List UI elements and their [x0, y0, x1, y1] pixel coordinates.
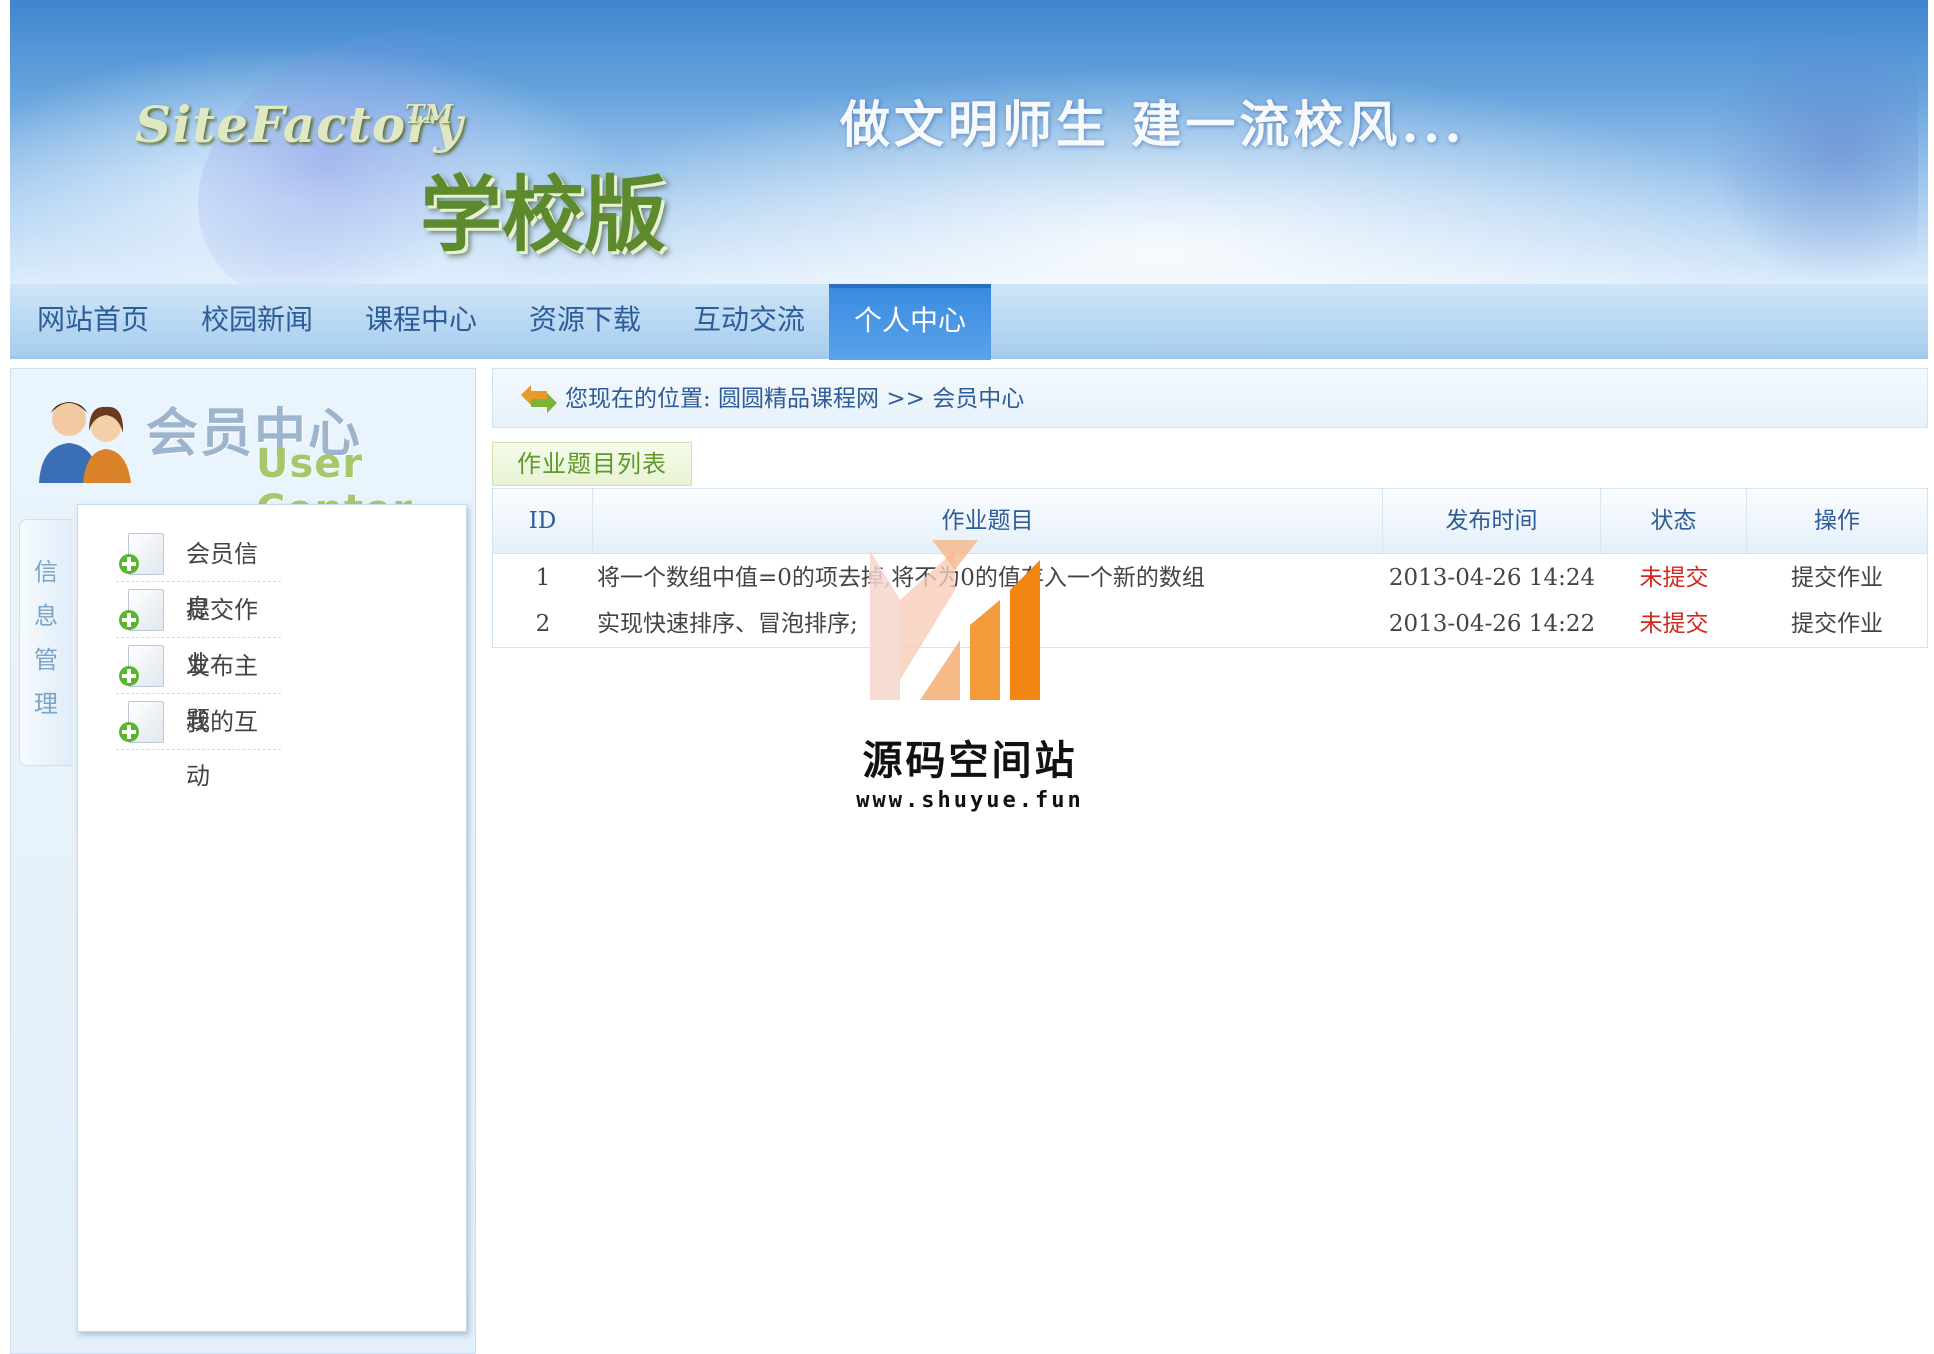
users-icon: [39, 402, 131, 483]
banner-flourish-decoration: [1658, 20, 1918, 280]
nav-resource-download[interactable]: 资源下载: [510, 284, 660, 356]
add-icon: [119, 666, 139, 686]
nav-home[interactable]: 网站首页: [18, 284, 168, 356]
cell-time: 2013-04-26 14:24: [1388, 565, 1596, 591]
breadcrumb-text[interactable]: 您现在的位置: 圆圆精品课程网 >> 会员中心: [565, 369, 1024, 429]
homework-table: ID 作业题目 发布时间 状态 操作 1 将一个数组中值=0的项去掉,将不为0的…: [492, 488, 1928, 648]
add-icon: [119, 610, 139, 630]
user-center-header: 会员中心 User Center: [11, 369, 477, 533]
info-management-tab[interactable]: 信 息 管 理: [19, 519, 72, 766]
nav-interaction[interactable]: 互动交流: [674, 284, 824, 356]
add-icon: [119, 722, 139, 742]
banner-slogan: 做文明师生 建一流校风...: [840, 95, 1466, 154]
column-header-id: ID: [493, 489, 593, 553]
breadcrumb: 您现在的位置: 圆圆精品课程网 >> 会员中心: [492, 368, 1928, 428]
menu-publish-topic[interactable]: 发布主题: [116, 639, 281, 734]
column-header-time: 发布时间: [1383, 489, 1601, 553]
table-row: 2 实现快速排序、冒泡排序; 2013-04-26 14:22 未提交 提交作业: [493, 601, 1927, 647]
menu-my-interaction[interactable]: 我的互动: [116, 695, 281, 790]
add-icon: [119, 554, 139, 574]
side-tab-char: 息: [34, 602, 58, 630]
homework-list-tab[interactable]: 作业题目列表: [492, 442, 692, 486]
menu-label: 我的互动: [186, 708, 258, 790]
column-header-status: 状态: [1601, 489, 1747, 553]
table-header: ID 作业题目 发布时间 状态 操作: [493, 489, 1927, 554]
column-header-action: 操作: [1814, 508, 1860, 534]
user-center-panel: 会员中心 User Center 信 息 管 理 会员信息 提交作业: [10, 368, 476, 1354]
site-banner: SiteFactory TM 学校版 做文明师生 建一流校风...: [10, 0, 1928, 284]
user-menu: 会员信息 提交作业 发布主题 我的互动: [77, 504, 467, 1332]
logo-school-edition: 学校版: [420, 167, 667, 263]
table-row: 1 将一个数组中值=0的项去掉,将不为0的值存入一个新的数组 2013-04-2…: [493, 555, 1927, 601]
cell-status: 未提交: [1639, 565, 1709, 591]
cell-id: 2: [535, 611, 551, 637]
side-tab-char: 理: [34, 690, 58, 718]
side-tab-char: 管: [34, 646, 58, 674]
swap-arrow-icon: [521, 385, 557, 413]
nav-campus-news[interactable]: 校园新闻: [182, 284, 332, 356]
watermark-logo: [870, 540, 1040, 700]
side-tab-char: 信: [34, 558, 58, 586]
cell-id: 1: [535, 565, 551, 591]
cell-status: 未提交: [1639, 611, 1709, 637]
submit-homework-link[interactable]: 提交作业: [1747, 601, 1927, 647]
submit-homework-link[interactable]: 提交作业: [1747, 555, 1927, 601]
watermark-url: www.shuyue.fun: [856, 788, 1084, 813]
main-nav: 网站首页 校园新闻 课程中心 资源下载 互动交流 个人中心: [10, 284, 1928, 360]
menu-submit-homework[interactable]: 提交作业: [116, 583, 281, 678]
logo-trademark: TM: [405, 100, 454, 130]
watermark-name: 源码空间站: [862, 738, 1078, 784]
nav-course-center[interactable]: 课程中心: [346, 284, 496, 356]
cell-time: 2013-04-26 14:22: [1388, 611, 1596, 637]
nav-personal-center[interactable]: 个人中心: [829, 284, 991, 360]
menu-member-info[interactable]: 会员信息: [116, 527, 281, 622]
